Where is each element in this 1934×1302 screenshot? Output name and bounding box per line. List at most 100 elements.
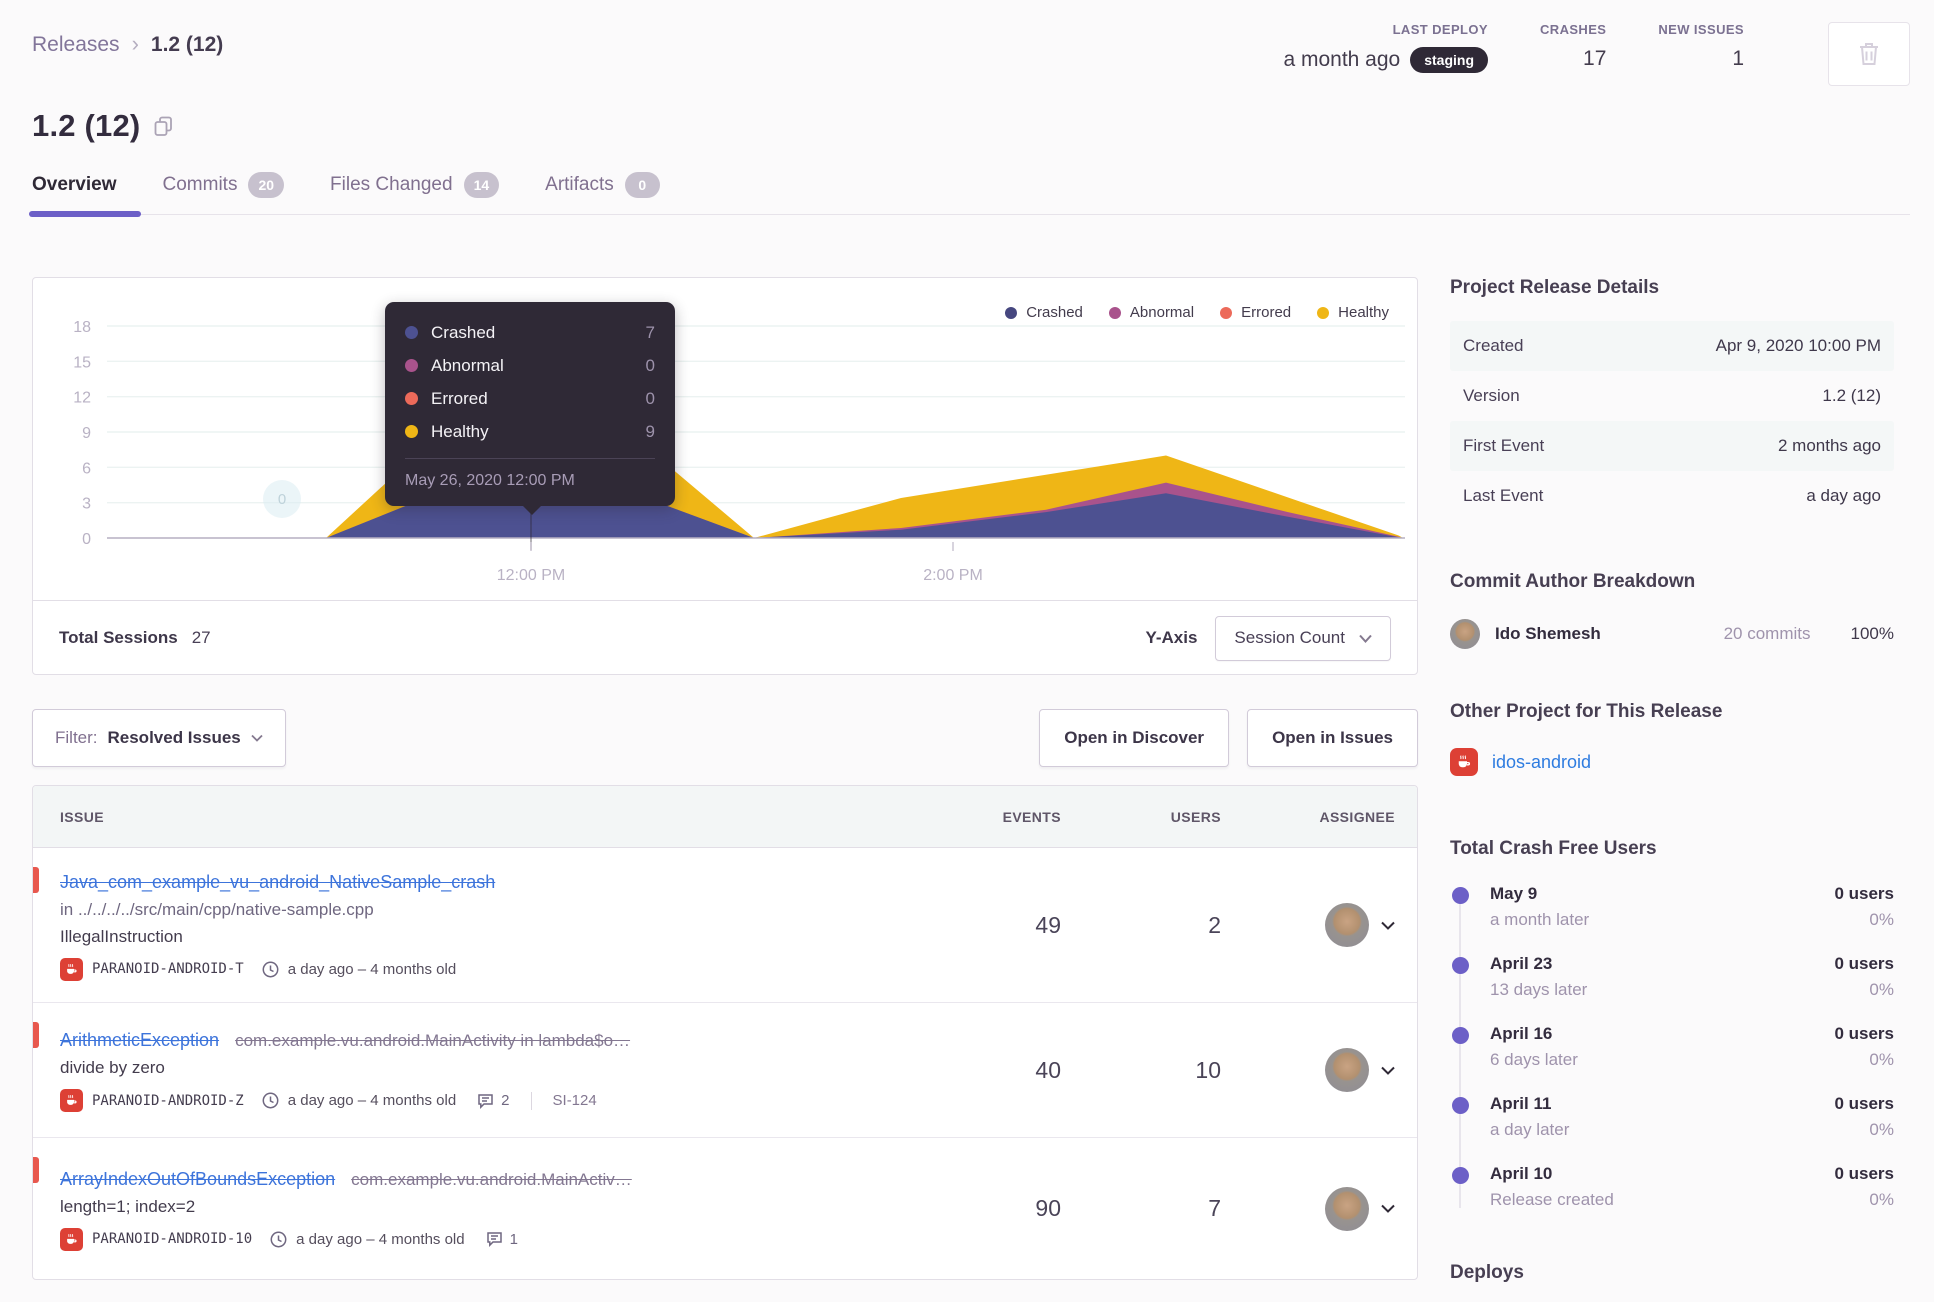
detail-value: Apr 9, 2020 10:00 PM [1715, 336, 1881, 355]
chevron-down-icon [1359, 634, 1372, 643]
tab-label: Overview [32, 174, 117, 195]
healthy-dot-icon [405, 425, 418, 438]
tooltip-value: 9 [645, 421, 655, 441]
author-name: Ido Shemesh [1495, 624, 1601, 643]
delete-release-button[interactable] [1828, 22, 1910, 86]
comment-icon [478, 1093, 493, 1109]
assignee-dropdown-chevron-icon[interactable] [1381, 921, 1395, 930]
tab-overview[interactable]: Overview [32, 172, 117, 198]
tab-artifacts[interactable]: Artifacts 0 [545, 172, 660, 198]
commit-author-row: Ido Shemesh 20 commits 100% [1450, 619, 1894, 649]
tooltip-label: Healthy [431, 421, 489, 441]
assignee-dropdown-chevron-icon[interactable] [1381, 1066, 1395, 1075]
sessions-chart-panel: 18 15 12 9 6 3 0 12:00 PM 2:00 PM Crashed Abnorm… [32, 277, 1418, 675]
new-issues-value: 1 [1732, 47, 1744, 70]
tooltip-value: 0 [645, 388, 655, 408]
legend-item-abnormal[interactable]: Abnormal [1108, 304, 1194, 321]
author-commit-count: 20 commits [1723, 624, 1811, 643]
assignee-avatar[interactable] [1325, 1186, 1369, 1231]
project-slug[interactable]: PARANOID-ANDROID-Z [92, 1093, 244, 1109]
legend-label: Healthy [1338, 304, 1389, 321]
svg-text:9: 9 [82, 425, 91, 442]
issue-users-count: 10 [1195, 1056, 1221, 1083]
svg-text:3: 3 [82, 496, 91, 513]
breadcrumb-releases[interactable]: Releases [32, 33, 120, 57]
trash-icon [1857, 41, 1881, 67]
issue-message: divide by zero [60, 1058, 165, 1077]
tab-files-changed[interactable]: Files Changed 14 [330, 172, 500, 198]
timeline-percent: 0% [1869, 1190, 1894, 1209]
stat-last-deploy: LAST DEPLOY a month ago staging [1283, 22, 1488, 73]
page-title: 1.2 (12) [32, 108, 141, 143]
crash-free-heading: Total Crash Free Users [1450, 838, 1657, 859]
copy-icon[interactable] [154, 116, 173, 137]
issue-events-count: 40 [1035, 1056, 1061, 1083]
timeline-entry: April 23 13 days later 0 users 0% [1450, 954, 1894, 1024]
sessions-chart[interactable]: 18 15 12 9 6 3 0 12:00 PM 2:00 PM Crashed Abnorm… [33, 278, 1417, 600]
y-axis-select[interactable]: Session Count [1215, 615, 1391, 661]
timeline-dot-icon [1452, 1097, 1469, 1114]
timeline-users: 0 users [1834, 884, 1894, 903]
release-details-list: Created Apr 9, 2020 10:00 PM Version 1.2… [1450, 321, 1894, 521]
issue-culprit[interactable]: com.example.vu.android.MainActivity in l… [235, 1031, 630, 1051]
filter-selected-value: Resolved Issues [107, 728, 241, 747]
timeline-dot-icon [1452, 1027, 1469, 1044]
table-row[interactable]: ArrayIndexOutOfBoundsException com.examp… [33, 1138, 1417, 1279]
java-project-icon [60, 1089, 83, 1112]
timeline-dot-icon [1452, 957, 1469, 974]
timeline-subtitle: a day later [1490, 1120, 1570, 1139]
issue-age: a day ago – 4 months old [287, 960, 457, 978]
tab-label: Artifacts [545, 174, 614, 195]
project-slug[interactable]: PARANOID-ANDROID-T [92, 961, 244, 977]
crash-free-section: Total Crash Free Users May 9 a month lat… [1450, 838, 1894, 1234]
assignee-avatar[interactable] [1325, 1048, 1369, 1092]
issues-table: ISSUE EVENTS USERS ASSIGNEE Java_com_exa… [32, 785, 1418, 1280]
legend-item-errored[interactable]: Errored [1220, 304, 1291, 321]
column-assignee: ASSIGNEE [1319, 808, 1395, 825]
timeline-subtitle: Release created [1490, 1190, 1614, 1209]
timeline-entry: April 16 6 days later 0 users 0% [1450, 1024, 1894, 1094]
issue-title-link[interactable]: Java_com_example_vu_android_NativeSample… [60, 872, 495, 893]
open-in-issues-button[interactable]: Open in Issues [1247, 709, 1418, 767]
total-sessions-value: 27 [191, 628, 211, 647]
comments-group: 2 [477, 1092, 510, 1109]
environment-badge: staging [1410, 47, 1488, 73]
title-row: 1.2 (12) [32, 108, 1910, 144]
column-users: USERS [1170, 808, 1221, 825]
issue-title-link[interactable]: ArrayIndexOutOfBoundsException [60, 1169, 335, 1190]
svg-text:2:00 PM: 2:00 PM [923, 567, 983, 584]
other-project-section: Other Project for This Release idos-andr… [1450, 701, 1894, 776]
clock-icon [262, 1092, 279, 1109]
healthy-dot-icon [1317, 306, 1330, 319]
other-project-link[interactable]: idos-android [1492, 752, 1591, 773]
assignee-dropdown-chevron-icon[interactable] [1381, 1204, 1395, 1213]
issue-culprit: in ../../../../src/main/cpp/native-sampl… [60, 899, 374, 919]
table-row[interactable]: ArithmeticException com.example.vu.andro… [33, 1003, 1417, 1138]
timeline-entry: April 10 Release created 0 users 0% [1450, 1164, 1894, 1234]
java-project-icon [60, 1227, 83, 1251]
deploys-section: Deploys [1450, 1262, 1894, 1284]
meta-divider [530, 1091, 532, 1110]
issue-events-count: 49 [1035, 911, 1061, 938]
project-slug[interactable]: PARANOID-ANDROID-10 [92, 1231, 252, 1247]
svg-text:15: 15 [73, 354, 91, 371]
issue-message: IllegalInstruction [60, 926, 183, 946]
chart-legend: Crashed Abnormal Errored Healthy [1005, 304, 1389, 321]
timeline-subtitle: 13 days later [1490, 980, 1588, 999]
author-percent: 100% [1850, 624, 1894, 643]
timeline-entry: May 9 a month later 0 users 0% [1450, 884, 1894, 954]
legend-item-healthy[interactable]: Healthy [1317, 304, 1389, 321]
tab-label: Files Changed [330, 174, 453, 195]
open-in-discover-button[interactable]: Open in Discover [1039, 709, 1230, 767]
timeline-percent: 0% [1869, 1050, 1894, 1069]
assignee-avatar[interactable] [1325, 903, 1369, 947]
chart-tooltip: Crashed 7 Abnormal 0 Errored 0 Healthy 9… [385, 302, 675, 515]
tab-commits[interactable]: Commits 20 [163, 172, 285, 198]
issue-title-link[interactable]: ArithmeticException [60, 1030, 219, 1051]
tooltip-date: May 26, 2020 12:00 PM [405, 472, 575, 489]
issues-filter-dropdown[interactable]: Filter: Resolved Issues [32, 709, 286, 767]
issue-short-id: SI-124 [552, 1092, 597, 1109]
issue-culprit[interactable]: com.example.vu.android.MainActiv… [351, 1170, 632, 1190]
table-row[interactable]: Java_com_example_vu_android_NativeSample… [33, 848, 1417, 1003]
legend-item-crashed[interactable]: Crashed [1005, 304, 1083, 321]
